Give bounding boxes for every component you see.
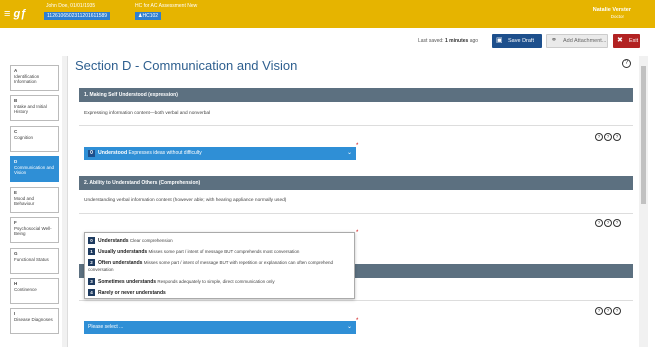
section-nav: A Identification Information B Intake and … — [2, 56, 68, 347]
option-label: Often understands — [98, 260, 143, 266]
question-2-description: Understanding verbal information content… — [84, 198, 287, 203]
patient-id-badge: 1126106502311201611589 — [44, 12, 111, 20]
nav-label: Intake and Initial History — [14, 103, 47, 115]
save-draft-button[interactable]: ▣ Save Draft — [492, 34, 542, 48]
option-label: Usually understands — [98, 249, 148, 255]
nav-label: Cognition — [14, 134, 34, 140]
nav-label: Disease Diagnoses — [14, 316, 53, 322]
response-code: 0 — [88, 237, 95, 244]
attach-label: Add Attachment... — [563, 38, 607, 44]
required-marker: * — [356, 318, 359, 324]
nav-item-e[interactable]: E Mood and Behaviour — [10, 187, 59, 213]
info-icon[interactable]: ? — [595, 219, 603, 227]
info-icon[interactable]: ? — [595, 133, 603, 141]
option-description: Responds adequately to simple, direct co… — [157, 279, 275, 284]
response-code: 0 — [88, 150, 95, 157]
assessment-badge[interactable]: ♟HC102 — [135, 12, 162, 20]
info-icon[interactable]: ? — [613, 133, 621, 141]
nav-label: Functional Status — [14, 256, 49, 262]
last-saved-prefix: Last saved: — [418, 38, 444, 44]
divider — [79, 213, 633, 214]
question-1-header: 1. Making Self Understood (expression) — [79, 88, 633, 102]
response-code: 1 — [88, 248, 95, 255]
response-code: 3 — [88, 278, 95, 285]
last-saved-suffix: ago — [469, 38, 479, 44]
nav-item-g[interactable]: G Functional Status — [10, 248, 59, 274]
nav-label: Communication and Vision — [14, 164, 55, 176]
main-scrollbar-thumb[interactable] — [641, 66, 646, 204]
app-logo[interactable]: ≡ ɡƒ — [4, 6, 30, 22]
section-title: Section D - Communication and Vision — [75, 58, 298, 73]
info-icon[interactable]: ? — [613, 219, 621, 227]
option-description: Misses some part / intent of message BUT… — [148, 249, 300, 254]
dropdown-option[interactable]: 1 Usually understands Misses some part / … — [88, 248, 350, 256]
option-description: Clear comprehension — [129, 238, 173, 243]
dropdown-option[interactable]: 0 Understands Clear comprehension — [88, 237, 350, 245]
info-icon[interactable]: ? — [613, 307, 621, 315]
nav-item-i[interactable]: I Disease Diagnoses — [10, 308, 59, 334]
dropdown-option[interactable]: 4 Rarely or never understands — [88, 289, 350, 297]
nav-item-f[interactable]: F Psychosocial Well-Being — [10, 217, 59, 243]
required-marker: * — [356, 230, 359, 236]
nav-label: Identification Information — [14, 73, 40, 85]
nav-item-b[interactable]: B Intake and Initial History — [10, 95, 59, 121]
divider — [79, 125, 633, 126]
question-3-info-icons: ? ? ? — [595, 307, 621, 315]
option-label: Understands — [98, 238, 129, 244]
question-2-info-icons: ? ? ? — [595, 219, 621, 227]
save-label: Save Draft — [508, 38, 534, 44]
dropdown-option[interactable]: 2 Often understands Misses some part / in… — [88, 259, 350, 272]
info-icon[interactable]: ? — [595, 307, 603, 315]
user-role: Doctor — [610, 14, 624, 19]
nav-item-a[interactable]: A Identification Information — [10, 65, 59, 91]
chevron-down-icon: ⌄ — [346, 324, 352, 330]
help-icon[interactable]: ? — [622, 59, 631, 68]
info-icon[interactable]: ? — [604, 219, 612, 227]
add-attachment-button[interactable]: ⚭ Add Attachment... — [546, 34, 608, 48]
nav-label: Mood and Behaviour — [14, 195, 35, 207]
nav-label: Psychosocial Well-Being — [14, 225, 52, 237]
user-name[interactable]: Natalie Verster — [593, 7, 631, 13]
dropdown-option[interactable]: 3 Sometimes understands Responds adequate… — [88, 278, 350, 286]
question-3-select[interactable]: Please select ... ⌄ — [84, 321, 356, 334]
question-1-info-icons: ? ? ? — [595, 133, 621, 141]
attachment-icon: ⚭ — [551, 37, 557, 44]
exit-label: Exit — [629, 38, 639, 44]
last-saved-value: 1 minutes — [444, 38, 469, 44]
selected-label: Understood — [98, 150, 128, 156]
chevron-down-icon: ⌄ — [346, 150, 352, 156]
select-placeholder: Please select ... — [88, 324, 124, 330]
option-label: Sometimes understands — [98, 279, 157, 285]
close-icon: ✖ — [617, 37, 623, 44]
last-saved-status: Last saved: 1 minutes ago — [418, 38, 478, 44]
exit-button[interactable]: ✖ Exit — [613, 34, 640, 48]
nav-item-c[interactable]: C Cognition — [10, 126, 59, 152]
response-code: 4 — [88, 289, 95, 296]
nav-label: Continence — [14, 286, 37, 292]
question-2-header: 2. Ability to Understand Others (Compreh… — [79, 176, 633, 190]
nav-item-d[interactable]: D Communication and Vision — [10, 156, 59, 182]
nav-item-h[interactable]: H Continence — [10, 278, 59, 304]
question-1-description: Expressing information content—both verb… — [84, 111, 211, 116]
info-icon[interactable]: ? — [604, 307, 612, 315]
option-label: Rarely or never understands — [98, 290, 166, 296]
assessment-title: HC for AC Assessment New — [135, 3, 198, 9]
question-1-select[interactable]: 0 Understood Expresses ideas without diff… — [84, 147, 356, 160]
top-bar: ≡ ɡƒ John Doe, 01/01/1935 11261065023112… — [0, 0, 655, 28]
response-code: 2 — [88, 259, 95, 266]
required-marker: * — [356, 143, 359, 149]
nav-scrollbar[interactable] — [62, 56, 67, 347]
assessment-code: HC102 — [142, 13, 159, 19]
info-icon[interactable]: ? — [604, 133, 612, 141]
patient-name: John Doe, 01/01/1935 — [46, 3, 96, 9]
save-icon: ▣ — [496, 37, 503, 44]
question-2-dropdown: 0 Understands Clear comprehension 1 Usuall… — [84, 232, 355, 299]
selected-description: Expresses ideas without difficulty — [128, 150, 202, 156]
divider — [79, 300, 633, 301]
